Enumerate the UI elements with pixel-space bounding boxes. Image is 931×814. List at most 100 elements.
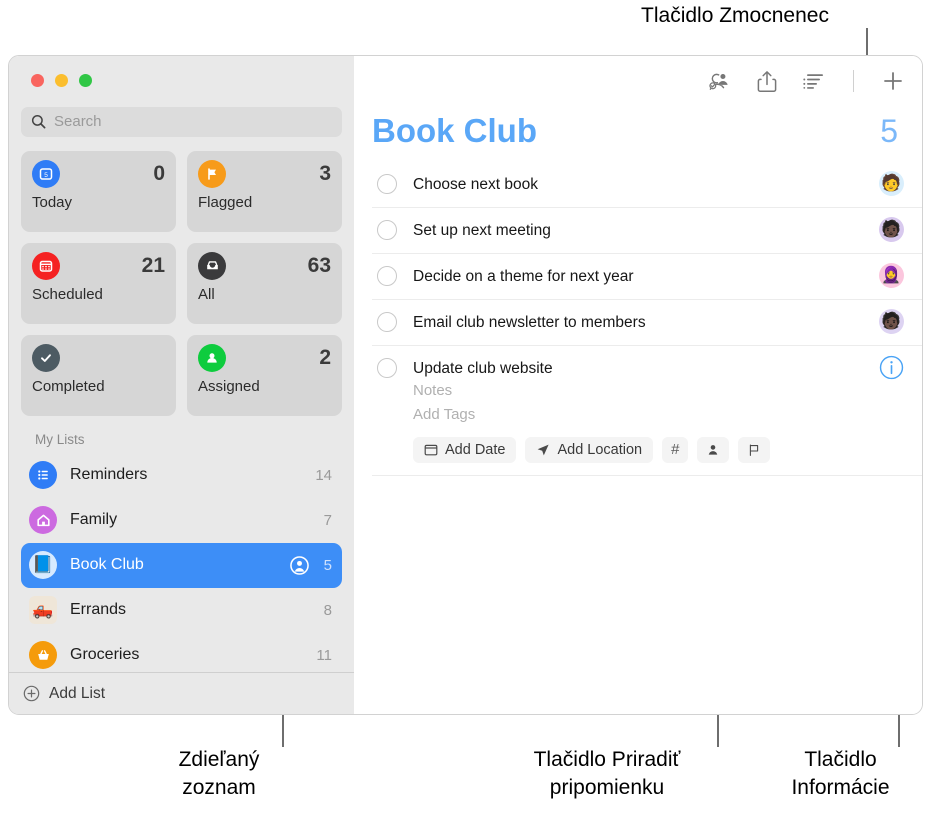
sidebar-item-errands[interactable]: 🛻 Errands 8 (21, 588, 342, 633)
smart-list-today[interactable]: 5 0 Today (21, 150, 176, 232)
search-field[interactable]: Search (21, 106, 342, 137)
checkmark-icon (32, 343, 60, 372)
callout-info: Tlačidlo Informácie (791, 748, 890, 799)
search-placeholder: Search (54, 113, 102, 131)
sidebar-item-label: Groceries (70, 646, 140, 664)
scheduled-count: 21 (141, 253, 165, 277)
avatar-glyph: 🧑🏿 (881, 220, 901, 238)
assigned-label: Assigned (198, 377, 260, 395)
add-tag-chip[interactable]: # (662, 436, 689, 463)
task-chips: Add Date Add Location # (413, 436, 860, 463)
minimize-button[interactable] (55, 73, 68, 87)
bullet-list-icon (29, 461, 57, 490)
my-lists: Reminders 14 Family 7 📘 Book Club 5 🛻 Er… (9, 453, 354, 672)
avatar-glyph: 🧑 (881, 174, 901, 192)
add-list-button[interactable]: Add List (9, 672, 354, 714)
window-controls (9, 56, 354, 105)
task-row[interactable]: Decide on a theme for next year 🧕 (372, 254, 922, 300)
assign-reminder-chip[interactable] (697, 436, 730, 463)
callout-shared-list: Zdieľaný zoznam (178, 748, 260, 799)
task-title[interactable]: Update club website (413, 359, 860, 378)
avatar[interactable]: 🧑🏿 (878, 309, 904, 334)
shared-list-icon[interactable] (289, 556, 309, 575)
task-title: Set up next meeting (413, 222, 551, 239)
scheduled-label: Scheduled (32, 285, 103, 303)
smart-list-flagged[interactable]: 3 Flagged (187, 150, 342, 232)
notes-field[interactable]: Notes (413, 380, 860, 402)
task-title: Choose next book (413, 176, 538, 193)
zoom-button[interactable] (79, 73, 92, 87)
smart-list-assigned[interactable]: 2 Assigned (187, 334, 342, 416)
delegate-button[interactable] (706, 70, 731, 92)
avatar-glyph: 🧑🏿 (881, 312, 901, 330)
smart-list-all[interactable]: 63 All (187, 242, 342, 324)
sidebar-item-label: Family (70, 511, 118, 529)
inbox-icon (198, 251, 226, 280)
task-checkbox[interactable] (377, 220, 397, 240)
sidebar-item-reminders[interactable]: Reminders 14 (21, 453, 342, 498)
sidebar: Search 5 0 Today 3 Flagged 21 Scheduled … (9, 56, 354, 714)
truck-glyph: 🛻 (32, 600, 54, 620)
sidebar-item-count: 8 (323, 601, 332, 619)
page-title-count: 5 (880, 113, 898, 149)
task-checkbox[interactable] (377, 312, 397, 332)
avatar[interactable]: 🧕 (878, 263, 904, 288)
sidebar-item-family[interactable]: Family 7 (21, 498, 342, 543)
flag-chip-icon (747, 443, 761, 457)
calendar-chip-icon (424, 443, 438, 457)
sidebar-item-count: 5 (323, 556, 332, 574)
flag-chip[interactable] (738, 436, 771, 463)
search-icon (31, 114, 46, 129)
add-location-label: Add Location (557, 441, 643, 458)
task-checkbox[interactable] (377, 174, 397, 194)
task-row-editing[interactable]: Update club website Notes Add Tags Add D (372, 346, 922, 476)
avatar-glyph: 🧕 (881, 266, 901, 284)
add-list-label: Add List (49, 684, 106, 702)
task-checkbox[interactable] (377, 358, 397, 378)
main-pane: Book Club 5 Choose next book 🧑 Set up ne… (354, 56, 922, 714)
sidebar-item-label: Book Club (70, 556, 144, 574)
avatar[interactable]: 🧑🏿 (878, 217, 904, 242)
share-button[interactable] (757, 70, 777, 93)
flag-icon (198, 159, 226, 188)
task-title: Email club newsletter to members (413, 314, 646, 331)
toolbar (354, 56, 922, 106)
add-tags-field[interactable]: Add Tags (413, 404, 860, 426)
truck-icon: 🛻 (29, 596, 57, 625)
sidebar-item-book-club[interactable]: 📘 Book Club 5 (21, 542, 342, 588)
toolbar-divider (853, 70, 854, 92)
task-title: Decide on a theme for next year (413, 268, 634, 285)
task-row[interactable]: Email club newsletter to members 🧑🏿 (372, 300, 922, 346)
avatar[interactable]: 🧑 (878, 171, 904, 196)
add-date-chip[interactable]: Add Date (413, 436, 517, 463)
page-title-row: Book Club 5 (354, 106, 922, 162)
calendar-icon (32, 251, 60, 280)
smart-list-completed[interactable]: Completed (21, 334, 176, 416)
task-row[interactable]: Choose next book 🧑 (372, 162, 922, 208)
add-location-chip[interactable]: Add Location (525, 436, 654, 463)
task-row[interactable]: Set up next meeting 🧑🏿 (372, 208, 922, 254)
close-button[interactable] (31, 73, 44, 87)
callout-delegate: Tlačidlo Zmocnenec (641, 4, 829, 27)
person-chip-icon (706, 443, 720, 457)
task-checkbox[interactable] (377, 266, 397, 286)
reminders-window: Search 5 0 Today 3 Flagged 21 Scheduled … (8, 55, 923, 715)
info-button[interactable] (879, 355, 904, 380)
all-count: 63 (307, 253, 331, 277)
flagged-label: Flagged (198, 193, 253, 211)
sidebar-item-label: Reminders (70, 466, 148, 484)
task-list: Choose next book 🧑 Set up next meeting 🧑… (354, 162, 922, 476)
sort-button[interactable] (803, 72, 825, 90)
person-icon (198, 343, 226, 372)
sidebar-item-count: 7 (323, 511, 332, 529)
page-title: Book Club (372, 112, 537, 149)
book-glyph: 📘 (32, 555, 54, 575)
completed-label: Completed (32, 377, 105, 395)
sidebar-item-count: 14 (315, 466, 332, 484)
add-reminder-button[interactable] (882, 70, 904, 92)
sidebar-item-count: 11 (316, 646, 332, 664)
today-count: 0 (153, 161, 165, 185)
smart-list-scheduled[interactable]: 21 Scheduled (21, 242, 176, 324)
basket-icon (29, 641, 57, 670)
sidebar-item-groceries[interactable]: Groceries 11 (21, 633, 342, 672)
